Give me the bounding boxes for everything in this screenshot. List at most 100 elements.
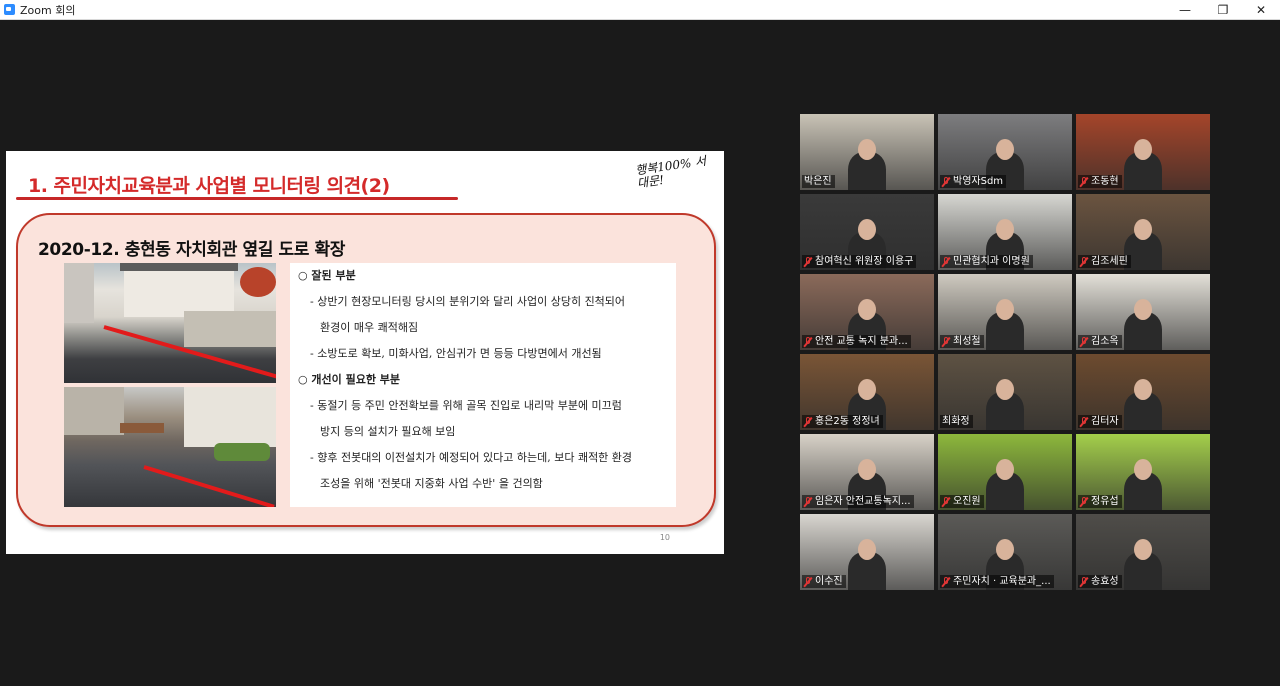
participant-name: 안전 교통 녹지 분과... xyxy=(815,336,908,347)
muted-mic-icon xyxy=(804,256,812,267)
participant-name-label: 민관협치과 이명원 xyxy=(940,255,1033,268)
participant-name: 박영자Sdm xyxy=(953,176,1004,187)
participant-tile[interactable]: 송효성 xyxy=(1076,514,1210,590)
participant-face xyxy=(996,539,1014,560)
participant-name-label: 김조세핀 xyxy=(1078,255,1131,268)
slide-logo: 행복100% 서대문! xyxy=(634,153,707,191)
participant-face xyxy=(996,219,1014,240)
participant-tile[interactable]: 박영자Sdm xyxy=(938,114,1072,190)
muted-mic-icon xyxy=(1080,256,1088,267)
participant-name-label: 김터자 xyxy=(1078,415,1122,428)
street-photo-before xyxy=(64,263,276,383)
minimize-button[interactable]: — xyxy=(1166,0,1204,19)
slide-title: 1. 주민자치교육분과 사업별 모니터링 의견(2) xyxy=(28,175,390,197)
participant-name: 임은자 안전교통녹지... xyxy=(815,496,911,507)
participant-face xyxy=(996,139,1014,160)
section-needs-improvement: ○ 개선이 필요한 부분 xyxy=(298,373,401,386)
participant-name: 주민자치 · 교육분과_... xyxy=(953,576,1051,587)
participant-tile[interactable]: 정유섭 xyxy=(1076,434,1210,510)
zoom-app-icon xyxy=(4,4,15,15)
participant-name-label: 이수진 xyxy=(802,575,846,588)
participant-tile[interactable]: 안전 교통 녹지 분과... xyxy=(800,274,934,350)
participant-name: 조동현 xyxy=(1091,176,1119,187)
muted-mic-icon xyxy=(942,496,950,507)
muted-mic-icon xyxy=(1080,576,1088,587)
participant-tile[interactable]: 최화정 xyxy=(938,354,1072,430)
participant-tile[interactable]: 박은진 xyxy=(800,114,934,190)
participant-name: 김조세핀 xyxy=(1091,256,1128,267)
panel-heading: 2020-12. 충현동 자치회관 옆길 도로 확장 xyxy=(38,240,345,260)
participant-name-label: 임은자 안전교통녹지... xyxy=(802,495,914,508)
participant-name: 민관협치과 이명원 xyxy=(953,256,1030,267)
participant-name: 홍은2동 정정녀 xyxy=(815,416,880,427)
participant-name: 송효성 xyxy=(1091,576,1119,587)
muted-mic-icon xyxy=(804,576,812,587)
participant-face xyxy=(1134,139,1152,160)
muted-mic-icon xyxy=(942,176,950,187)
participant-tile[interactable]: 김조세핀 xyxy=(1076,194,1210,270)
street-photo-after xyxy=(64,387,276,507)
participant-tile[interactable]: 김소옥 xyxy=(1076,274,1210,350)
bullet-continuation: 조성을 위해 '전봇대 지중화 사업 수반' 을 건의함 xyxy=(320,477,543,490)
muted-mic-icon xyxy=(804,416,812,427)
muted-mic-icon xyxy=(1080,176,1088,187)
section-good: ○ 잘된 부분 xyxy=(298,269,356,282)
bullet-line: - 동절기 등 주민 안전확보를 위해 골목 진입로 내리막 부분에 미끄럼 xyxy=(310,399,622,412)
participant-name: 박은진 xyxy=(804,176,832,187)
participant-tile[interactable]: 민관협치과 이명원 xyxy=(938,194,1072,270)
participant-gallery: 박은진 박영자Sdm 조동현참여혁신 위원장 이용구 민관협치과 이명원 김조세핀안전 … xyxy=(798,112,1212,592)
participant-name-label: 조동현 xyxy=(1078,175,1122,188)
participant-name-label: 최성철 xyxy=(940,335,984,348)
participant-name: 최화정 xyxy=(942,416,970,427)
participant-tile[interactable]: 홍은2동 정정녀 xyxy=(800,354,934,430)
participant-name: 정유섭 xyxy=(1091,496,1119,507)
participant-face xyxy=(1134,459,1152,480)
participant-face xyxy=(1134,219,1152,240)
participant-name-label: 오진원 xyxy=(940,495,984,508)
participant-name: 최성철 xyxy=(953,336,981,347)
participant-name-label: 최화정 xyxy=(940,415,973,428)
muted-mic-icon xyxy=(1080,416,1088,427)
participant-face xyxy=(858,539,876,560)
bullet-continuation: 환경이 매우 쾌적해짐 xyxy=(320,321,419,334)
participant-face xyxy=(996,379,1014,400)
muted-mic-icon xyxy=(1080,496,1088,507)
participant-name-label: 주민자치 · 교육분과_... xyxy=(940,575,1054,588)
participant-tile[interactable]: 이수진 xyxy=(800,514,934,590)
shared-slide[interactable]: 1. 주민자치교육분과 사업별 모니터링 의견(2) 행복100% 서대문! 2… xyxy=(6,151,724,554)
content-panel: 2020-12. 충현동 자치회관 옆길 도로 확장 ○ 잘된 부분 - 상반기… xyxy=(16,213,716,527)
participant-face xyxy=(1134,299,1152,320)
participant-name: 참여혁신 위원장 이용구 xyxy=(815,256,914,267)
meeting-area: 1. 주민자치교육분과 사업별 모니터링 의견(2) 행복100% 서대문! 2… xyxy=(0,20,1280,686)
participant-name-label: 송효성 xyxy=(1078,575,1122,588)
participant-tile[interactable]: 참여혁신 위원장 이용구 xyxy=(800,194,934,270)
participant-name: 김소옥 xyxy=(1091,336,1119,347)
participant-name-label: 홍은2동 정정녀 xyxy=(802,415,883,428)
participant-name: 김터자 xyxy=(1091,416,1119,427)
participant-name: 이수진 xyxy=(815,576,843,587)
participant-tile[interactable]: 조동현 xyxy=(1076,114,1210,190)
participant-tile[interactable]: 최성철 xyxy=(938,274,1072,350)
participant-face xyxy=(858,139,876,160)
participant-tile[interactable]: 임은자 안전교통녹지... xyxy=(800,434,934,510)
close-button[interactable]: ✕ xyxy=(1242,0,1280,19)
participant-tile[interactable]: 주민자치 · 교육분과_... xyxy=(938,514,1072,590)
participant-name-label: 박은진 xyxy=(802,175,835,188)
bullet-line: - 소방도로 확보, 미화사업, 안심귀가 면 등등 다방면에서 개선됨 xyxy=(310,347,602,360)
window-titlebar: Zoom 회의 — ❐ ✕ xyxy=(0,0,1280,20)
participant-tile[interactable]: 김터자 xyxy=(1076,354,1210,430)
maximize-button[interactable]: ❐ xyxy=(1204,0,1242,19)
participant-name-label: 참여혁신 위원장 이용구 xyxy=(802,255,917,268)
participant-tile[interactable]: 오진원 xyxy=(938,434,1072,510)
muted-mic-icon xyxy=(804,336,812,347)
participant-name-label: 정유섭 xyxy=(1078,495,1122,508)
muted-mic-icon xyxy=(942,576,950,587)
muted-mic-icon xyxy=(1080,336,1088,347)
participant-face xyxy=(996,459,1014,480)
window-title: Zoom 회의 xyxy=(20,3,76,17)
slide-title-underline xyxy=(16,197,458,200)
muted-mic-icon xyxy=(804,496,812,507)
slide-text-box: ○ 잘된 부분 - 상반기 현장모니터링 당시의 분위기와 달리 사업이 상당히… xyxy=(290,263,676,507)
participant-name-label: 김소옥 xyxy=(1078,335,1122,348)
slide-page-number: 10 xyxy=(659,533,670,542)
